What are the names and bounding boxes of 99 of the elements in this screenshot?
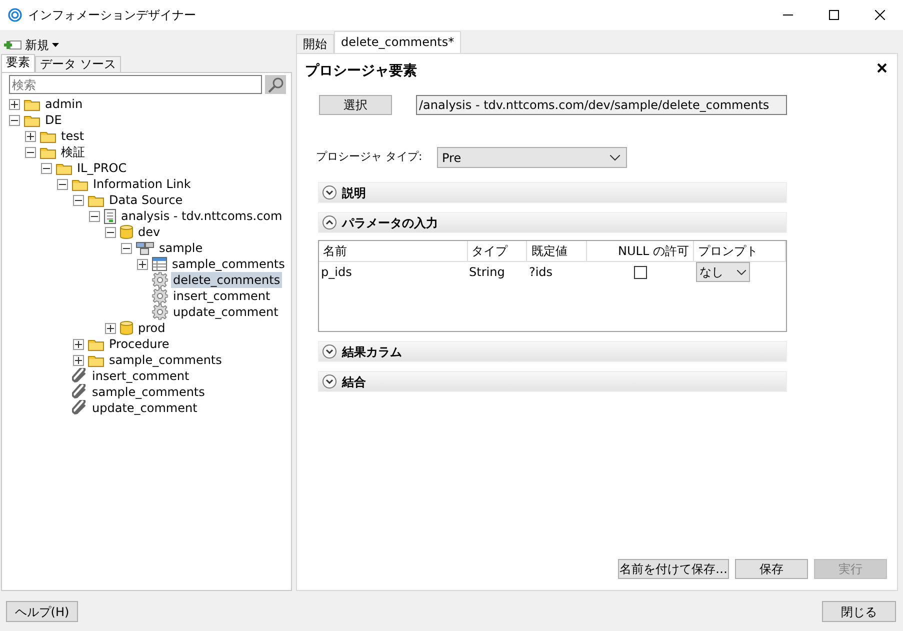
tree-item[interactable]: prod [136,320,168,336]
column-header: NULL の許可 [586,241,694,261]
tree-item[interactable]: delete_comments [171,272,282,288]
expander-icon[interactable] [73,354,84,366]
select-button[interactable]: 選択 [319,95,392,115]
tree-item[interactable]: Data Source [107,192,185,208]
path-field[interactable]: /analysis - tdv.nttcoms.com/dev/sample/delete_comments [416,95,787,115]
grid-icon [136,242,154,254]
database-icon [120,225,133,239]
chevron-icon [736,270,746,275]
column-header: プロンプト [694,241,786,261]
expander-icon[interactable] [73,338,84,350]
tree-item[interactable]: update_comment [171,304,280,320]
expand-icon[interactable] [322,374,337,389]
expander-icon[interactable] [9,114,20,126]
column-header: 既定値 [526,241,587,261]
expander-icon[interactable] [9,98,20,110]
section-header[interactable]: 結合 [318,371,787,392]
search-button[interactable] [265,75,286,94]
section-header[interactable]: パラメータの入力 [318,212,787,233]
new-button[interactable]: 新規 [4,35,60,55]
search-field[interactable]: 検索 [9,75,262,94]
paperclip-icon [72,368,87,384]
tree-item[interactable]: admin [43,96,85,112]
expander-icon[interactable] [25,130,36,142]
tab[interactable]: 開始 [296,34,334,53]
prompt-select[interactable]: なし [696,262,750,282]
tree-item[interactable]: Information Link [91,176,193,192]
tab[interactable]: データ ソース [35,56,121,72]
procedure-type-label: プロシージャ タイプ: [316,149,424,166]
folder-icon [40,130,56,142]
close-icon[interactable] [877,63,887,73]
folder-icon [88,354,104,366]
tree-item[interactable]: IL_PROC [75,160,129,176]
tree-item[interactable]: sample [157,240,205,256]
tree-item[interactable]: insert_comment [90,368,192,384]
expander-icon[interactable] [137,258,148,270]
expander-icon[interactable] [121,242,132,254]
add-icon [4,39,22,51]
window-title: インフォメーションデザイナー [28,7,196,24]
section-title: 結果カラム [342,344,402,360]
table-cell: ?ids [528,265,553,280]
tree-item[interactable]: dev [136,224,162,240]
expander-icon[interactable] [105,226,116,238]
tree-item[interactable]: sample_comments [90,384,207,400]
expander-icon[interactable] [89,210,100,222]
gear-icon [152,304,168,320]
gear-icon [152,272,168,288]
section-header[interactable]: 説明 [318,182,787,203]
help-button[interactable]: ヘルプ(H) [6,601,78,622]
expander-icon[interactable] [57,178,68,190]
action-button[interactable]: 保存 [735,559,808,579]
folder-icon [72,178,88,190]
gear-icon [152,288,168,304]
tree-item[interactable]: 検証 [59,144,87,160]
collapse-icon[interactable] [322,215,337,230]
column-header: タイプ [467,241,527,261]
action-button[interactable]: 名前を付けて保存… [618,559,729,579]
folder-icon [40,146,56,158]
expander-icon[interactable] [73,194,84,206]
tree-item[interactable]: insert_comment [171,288,272,304]
database-icon [120,321,133,335]
app-icon [8,8,22,22]
expander-icon[interactable] [105,322,116,334]
expand-icon[interactable] [322,344,337,359]
tab[interactable]: delete_comments* [334,31,462,53]
table-icon [152,257,167,271]
procedure-type-select[interactable]: Pre [437,147,627,168]
paperclip-icon [72,400,87,416]
expand-icon[interactable] [322,185,337,200]
tree-item[interactable]: sample_comments [107,352,224,368]
tree-item[interactable]: Procedure [107,336,172,352]
folder-icon [24,98,40,110]
section-title: 説明 [342,184,366,202]
expander-icon[interactable] [25,146,36,158]
folder-icon [24,114,40,126]
caret-icon [52,42,60,48]
tree-item[interactable]: sample_comments [170,256,287,272]
tree-item[interactable]: analysis - tdv.nttcoms.com [119,208,284,224]
tree-item[interactable]: update_comment [90,400,200,416]
tree-item[interactable]: test [59,128,86,144]
folder-icon [88,194,104,206]
panel-title: プロシージャ要素 [305,62,417,81]
tab[interactable]: 要素 [1,54,35,72]
checkbox[interactable] [634,266,647,280]
tree-item[interactable]: DE [43,112,64,128]
section-title: 結合 [342,374,366,390]
chevron-icon [610,154,620,160]
section-header[interactable]: 結果カラム [318,341,787,362]
expander-icon[interactable] [41,162,52,174]
section-title: パラメータの入力 [342,214,438,232]
paperclip-icon [72,384,87,400]
close-button[interactable]: 閉じる [822,601,896,622]
table-cell: String [469,265,505,280]
folder-icon [56,162,72,174]
folder-icon [88,338,104,350]
table-cell: p_ids [321,265,352,280]
document-icon [104,208,116,224]
column-header: 名前 [319,241,467,261]
